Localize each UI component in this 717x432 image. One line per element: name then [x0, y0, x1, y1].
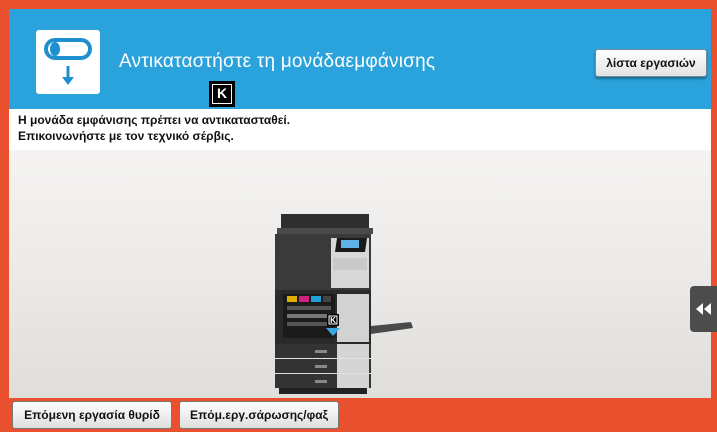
- highlight-badge-text: K: [330, 316, 336, 325]
- frame-left: [0, 0, 9, 432]
- next-box-job-button[interactable]: Επόμενη εργασία θυρίδ: [12, 401, 172, 429]
- illustration-area: K: [9, 150, 711, 398]
- message-line-1: Η μονάδα εμφάνισης πρέπει να αντικαταστα…: [18, 113, 291, 127]
- frame-right: [711, 0, 717, 432]
- message-panel: Η μονάδα εμφάνισης πρέπει να αντικαταστα…: [9, 109, 711, 150]
- frame-top: [0, 0, 717, 9]
- next-scan-fax-job-button[interactable]: Επόμ.εργ.σάρωσης/φαξ: [179, 401, 339, 429]
- page-title: Αντικαταστήστε τη μονάδαεμφάνισης: [119, 51, 436, 72]
- side-panel-tab[interactable]: [690, 286, 717, 332]
- job-list-button[interactable]: λίστα εργασιών: [595, 49, 707, 77]
- double-chevron-left-icon: [696, 303, 711, 315]
- drum-unit-replace-icon: [36, 30, 100, 94]
- printer-open-front-icon: K: [271, 214, 431, 403]
- toner-color-badge: K: [209, 81, 235, 107]
- footer-bar: Επόμενη εργασία θυρίδ Επόμ.εργ.σάρωσης/φ…: [9, 398, 711, 432]
- header-bar: Αντικαταστήστε τη μονάδαεμφάνισης K λίστ…: [9, 9, 711, 109]
- message-line-2: Επικοινωνήστε με τον τεχνικό σέρβις.: [18, 129, 234, 143]
